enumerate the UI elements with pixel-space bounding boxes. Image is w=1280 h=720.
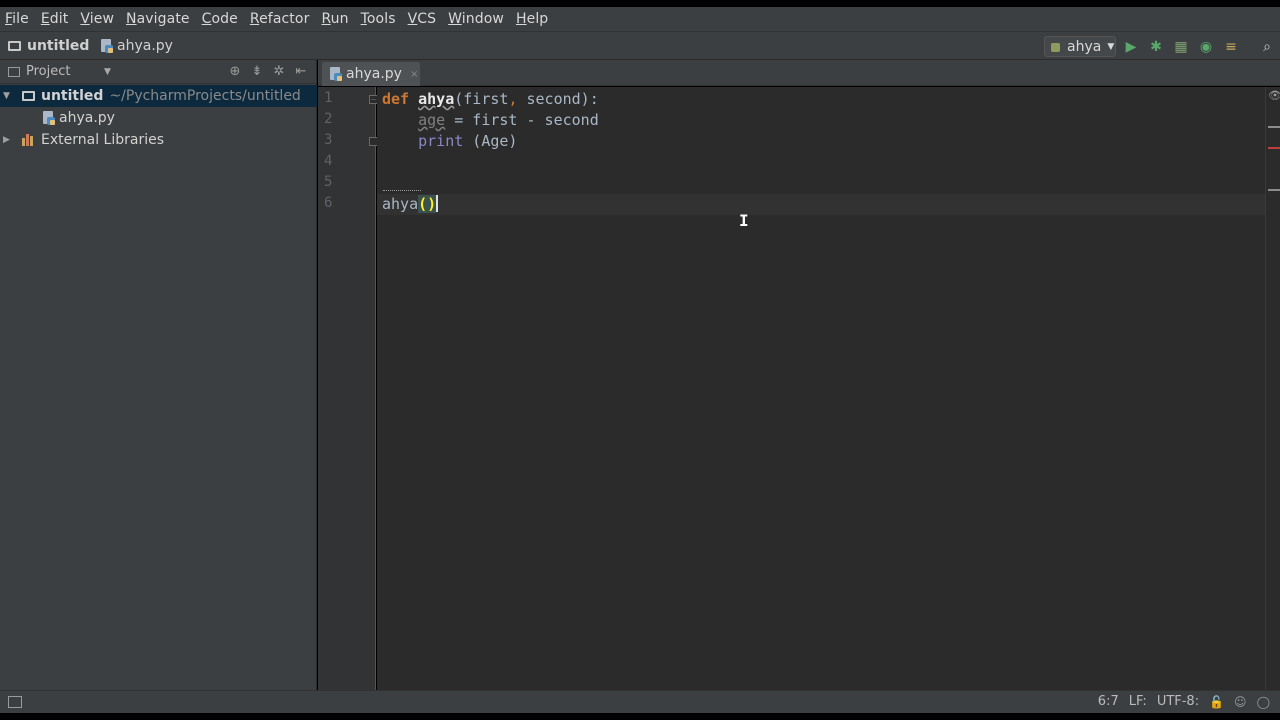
keyword-def: def	[382, 90, 410, 108]
project-tool-window: Project ▼ ⊕ ⇟ ✲ ⇤ ▼ untitled ~/PycharmPr…	[0, 60, 317, 690]
builtin-print: print	[418, 132, 464, 150]
tree-item-external-libraries[interactable]: ▶ External Libraries	[0, 129, 317, 151]
status-bar: 6:7 LF: UTF-8: 🔓 ☺ ◯	[0, 690, 1280, 713]
line-number: 5	[324, 174, 333, 190]
warning-mark[interactable]	[1268, 126, 1280, 128]
folder-icon	[8, 41, 21, 51]
function-call: ahya	[382, 195, 419, 213]
editor-gutter[interactable]: 1 2 3 4 5 6 −	[318, 87, 378, 690]
tree-root-label: untitled	[41, 88, 104, 104]
project-panel-title[interactable]: Project	[26, 64, 70, 79]
line-number: 4	[324, 153, 333, 169]
run-configuration-dropdown[interactable]: ahya ▼	[1044, 36, 1116, 57]
menu-refactor[interactable]: Refactor	[250, 11, 310, 27]
screen-bottom-border	[0, 713, 1280, 720]
build-icon[interactable]: ≡	[1222, 38, 1240, 56]
hide-panel-icon[interactable]: ⇤	[290, 64, 312, 79]
debug-icon[interactable]: ✱	[1147, 38, 1165, 56]
python-file-icon	[100, 38, 113, 54]
menu-help[interactable]: Help	[516, 11, 548, 27]
menu-view[interactable]: View	[80, 11, 114, 27]
menu-bar: File Edit View Navigate Code Refactor Ru…	[0, 7, 1280, 31]
breadcrumb-project-label: untitled	[27, 38, 90, 54]
event-log-icon[interactable]: ◯	[1257, 695, 1270, 709]
menu-navigate[interactable]: Navigate	[126, 11, 190, 27]
tree-file-label: ahya.py	[59, 110, 115, 126]
code-text: second):	[517, 90, 599, 108]
current-line-highlight	[377, 194, 1265, 215]
chevron-down-icon: ▼	[1107, 41, 1115, 52]
code-editor[interactable]: def ahya(first, second): age = first - s…	[377, 87, 1265, 690]
error-mark[interactable]	[1268, 147, 1280, 149]
line-number: 3	[324, 132, 333, 148]
inspection-eye-icon[interactable]: 👁	[1268, 89, 1280, 102]
menu-window[interactable]: Window	[448, 11, 504, 27]
line-number: 1	[324, 90, 333, 106]
function-name: ahya	[418, 90, 455, 108]
matched-braces: ()	[418, 195, 437, 213]
warning-mark[interactable]	[1268, 189, 1280, 191]
text-cursor-icon: I	[739, 211, 749, 230]
navigation-bar: untitled ahya.py ahya ▼ ▶ ✱ ▦ ◉ ≡ ⌕	[0, 31, 1280, 60]
run-icon[interactable]: ▶	[1122, 38, 1140, 56]
menu-file[interactable]: File	[5, 11, 29, 27]
scroll-from-source-icon[interactable]: ⊕	[224, 64, 246, 79]
code-line-1: def ahya(first, second):	[382, 89, 599, 110]
menu-edit[interactable]: Edit	[41, 11, 69, 27]
python-file-icon	[329, 66, 342, 82]
gear-icon[interactable]: ✲	[268, 64, 290, 79]
project-view-icon	[8, 66, 20, 77]
project-panel-header: Project ▼ ⊕ ⇟ ✲ ⇤	[0, 60, 316, 84]
hector-icon[interactable]: ☺	[1234, 695, 1247, 709]
editor-tabs: ahya.py ×	[318, 60, 1280, 86]
run-with-coverage-icon[interactable]: ▦	[1172, 38, 1190, 56]
close-icon[interactable]: ×	[410, 69, 418, 80]
line-separator[interactable]: LF:	[1129, 694, 1147, 709]
caret-position[interactable]: 6:7	[1098, 694, 1119, 709]
folder-icon	[22, 91, 35, 101]
screen-top-border	[0, 0, 1280, 7]
tool-windows-toggle-icon[interactable]	[8, 696, 22, 708]
tab-label: ahya.py	[346, 66, 402, 82]
code-line-3: print (Age)	[382, 131, 517, 152]
pep8-warning-mark	[383, 188, 421, 191]
tree-libraries-label: External Libraries	[41, 132, 164, 148]
file-encoding[interactable]: UTF-8:	[1157, 694, 1199, 709]
library-icon	[22, 134, 35, 146]
breadcrumb-project[interactable]: untitled	[8, 38, 89, 54]
tab-ahya-py[interactable]: ahya.py ×	[322, 62, 420, 86]
lock-icon[interactable]: 🔓	[1209, 695, 1224, 709]
tree-item-project-root[interactable]: ▼ untitled ~/PycharmProjects/untitled	[0, 85, 317, 107]
python-file-icon	[42, 110, 55, 126]
breadcrumb-file[interactable]: ahya.py	[100, 38, 173, 54]
profile-icon[interactable]: ◉	[1197, 38, 1215, 56]
menu-tools[interactable]: Tools	[361, 11, 396, 27]
error-stripe[interactable]: 👁	[1265, 87, 1280, 690]
code-text: = first - second	[445, 111, 599, 129]
python-config-icon	[1051, 41, 1062, 52]
menu-vcs[interactable]: VCS	[408, 11, 437, 27]
text-caret	[436, 194, 439, 212]
code-line-6: ahya()	[382, 194, 439, 215]
tree-root-path: ~/PycharmProjects/untitled	[109, 88, 301, 104]
collapse-all-icon[interactable]: ⇟	[246, 64, 268, 79]
unused-variable: age	[418, 111, 446, 129]
menu-run[interactable]: Run	[321, 11, 348, 27]
tree-item-file[interactable]: ahya.py	[0, 107, 317, 129]
collapse-arrow-icon[interactable]: ▶	[3, 135, 10, 145]
expand-arrow-icon[interactable]: ▼	[3, 91, 10, 101]
chevron-down-icon[interactable]: ▼	[104, 67, 111, 77]
line-number: 2	[324, 111, 333, 127]
line-number: 6	[324, 195, 333, 211]
code-text: (Age)	[463, 132, 518, 150]
menu-code[interactable]: Code	[202, 11, 238, 27]
code-text: (first	[454, 90, 509, 108]
search-icon[interactable]: ⌕	[1258, 38, 1276, 56]
code-line-2: age = first - second	[382, 110, 599, 131]
breadcrumb-file-label: ahya.py	[117, 38, 173, 54]
run-configuration-label: ahya	[1067, 38, 1102, 55]
